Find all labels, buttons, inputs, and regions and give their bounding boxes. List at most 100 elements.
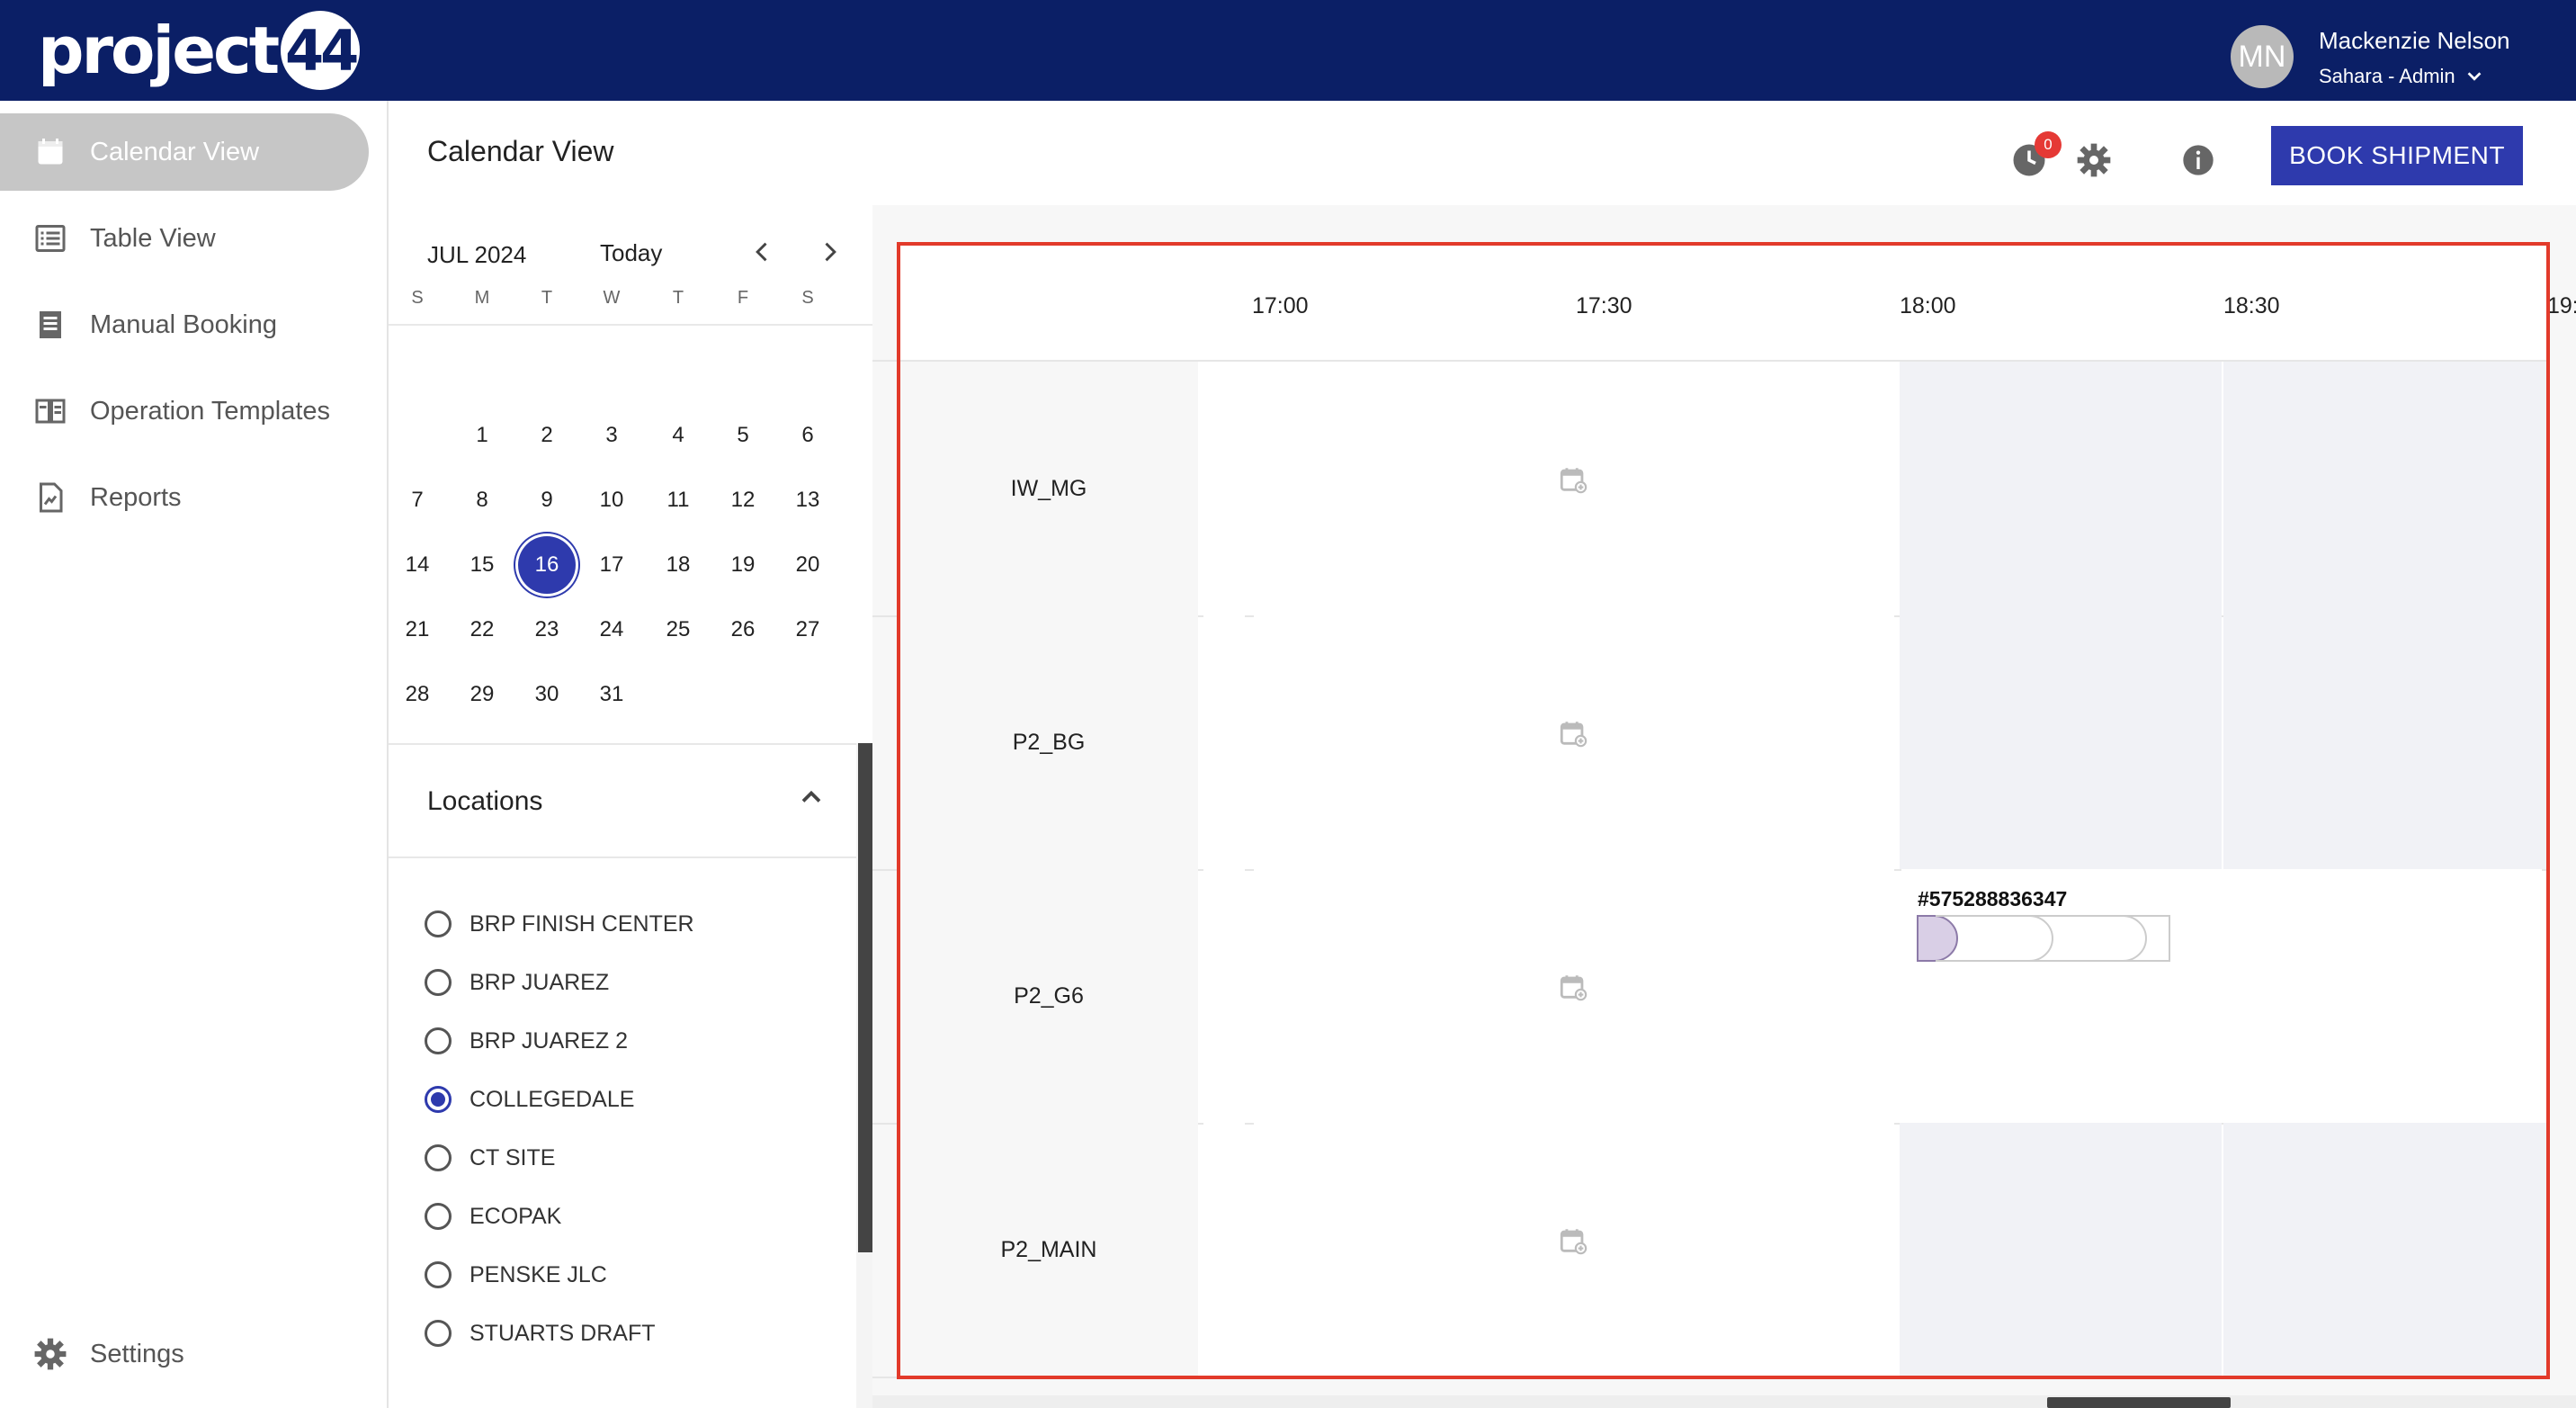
weekday-label: W <box>603 288 621 308</box>
calendar-day[interactable]: 23 <box>518 601 576 659</box>
weekday-label: T <box>541 288 553 308</box>
calendar-day[interactable]: 29 <box>453 666 511 723</box>
sidebar-item-label: Table View <box>90 223 216 253</box>
sidebar-item-label: Operation Templates <box>90 396 331 426</box>
calendar-day[interactable]: 21 <box>389 601 446 659</box>
calendar-day[interactable]: 22 <box>453 601 511 659</box>
calendar-day[interactable]: 10 <box>583 471 640 529</box>
calendar-day[interactable]: 6 <box>779 407 836 464</box>
user-name[interactable]: Mackenzie Nelson <box>2319 27 2509 55</box>
sidebar-item-label: Settings <box>90 1339 184 1368</box>
calendar-day[interactable]: 2 <box>518 407 576 464</box>
radio-button[interactable] <box>425 1261 452 1288</box>
sidebar-item-reports[interactable]: Reports <box>0 459 369 536</box>
radio-button[interactable] <box>425 1320 452 1347</box>
calendar-day[interactable]: 7 <box>389 471 446 529</box>
calendar-day[interactable]: 30 <box>518 666 576 723</box>
calendar-day[interactable]: 28 <box>389 666 446 723</box>
weekday-label: M <box>474 288 490 308</box>
calendar-day[interactable]: 18 <box>649 536 707 594</box>
avatar[interactable]: MN <box>2231 25 2294 88</box>
location-option[interactable]: CT SITE <box>425 1140 555 1176</box>
location-option[interactable]: STUARTS DRAFT <box>425 1315 656 1351</box>
location-option[interactable]: BRP JUAREZ <box>425 964 609 1000</box>
chevron-left-icon <box>756 242 767 262</box>
divider <box>389 324 872 326</box>
calendar-day[interactable]: 17 <box>583 536 640 594</box>
sidebar-item-manual-booking[interactable]: Manual Booking <box>0 286 369 363</box>
calendar-day[interactable]: 25 <box>649 601 707 659</box>
calendar-day[interactable]: 24 <box>583 601 640 659</box>
calendar-day[interactable]: 20 <box>779 536 836 594</box>
location-label: BRP JUAREZ <box>470 969 610 995</box>
schedule-scroll-thumb[interactable] <box>2047 1397 2231 1408</box>
sidebar-item-calendar-view[interactable]: Calendar View <box>0 113 369 191</box>
location-option[interactable]: COLLEGEDALE <box>425 1081 634 1117</box>
time-slot-label: 19: <box>2547 293 2576 318</box>
month-label: JUL 2024 <box>427 241 527 268</box>
highlight-frame <box>897 242 2550 1379</box>
location-label: BRP JUAREZ 2 <box>470 1027 628 1054</box>
location-option[interactable]: ECOPAK <box>425 1198 561 1234</box>
sidebar-item-label: Reports <box>90 482 182 512</box>
calendar-day[interactable]: 26 <box>714 601 772 659</box>
calendar-day[interactable]: 8 <box>453 471 511 529</box>
sidebar-item-table-view[interactable]: Table View <box>0 200 369 277</box>
calendar-day[interactable]: 12 <box>714 471 772 529</box>
radio-button[interactable] <box>425 1086 452 1113</box>
calendar-day[interactable]: 5 <box>714 407 772 464</box>
book-shipment-button[interactable]: BOOK SHIPMENT <box>2271 126 2523 185</box>
divider <box>389 743 872 745</box>
calendar-day[interactable]: 15 <box>453 536 511 594</box>
location-option[interactable]: BRP JUAREZ 2 <box>425 1023 628 1059</box>
calendar-day-selected[interactable]: 16 <box>518 536 576 594</box>
calendar-day[interactable]: 1 <box>453 407 511 464</box>
prev-month-button[interactable] <box>747 236 779 268</box>
calendar-day[interactable]: 27 <box>779 601 836 659</box>
info-icon[interactable] <box>2177 139 2220 182</box>
calendar-day[interactable]: 11 <box>649 471 707 529</box>
page-header <box>389 101 2576 207</box>
weekday-label: S <box>801 288 814 308</box>
receipt-icon <box>32 307 68 343</box>
list-icon <box>32 220 68 256</box>
next-month-button[interactable] <box>813 236 845 268</box>
radio-button[interactable] <box>425 910 452 937</box>
weekday-label: T <box>672 288 684 308</box>
page-title: Calendar View <box>427 135 614 167</box>
sidebar-item-operation-templates[interactable]: Operation Templates <box>0 372 369 450</box>
calendar-day[interactable]: 4 <box>649 407 707 464</box>
sidebar-item-settings[interactable]: Settings <box>0 1315 369 1393</box>
calendar-day[interactable]: 3 <box>583 407 640 464</box>
chevron-down-icon[interactable] <box>2464 67 2484 86</box>
location-label: BRP FINISH CENTER <box>470 910 694 937</box>
radio-button[interactable] <box>425 1203 452 1230</box>
location-label: COLLEGEDALE <box>470 1086 635 1112</box>
calendar-day[interactable]: 9 <box>518 471 576 529</box>
radio-button[interactable] <box>425 969 452 996</box>
chevron-up-icon[interactable] <box>795 781 827 813</box>
location-label: CT SITE <box>470 1144 556 1170</box>
radio-button[interactable] <box>425 1027 452 1054</box>
calendar-day[interactable]: 14 <box>389 536 446 594</box>
location-option[interactable]: BRP FINISH CENTER <box>425 906 694 942</box>
today-button[interactable]: Today <box>600 239 662 267</box>
calendar-day[interactable]: 13 <box>779 471 836 529</box>
book-icon <box>32 393 68 429</box>
calendar-day[interactable]: 19 <box>714 536 772 594</box>
locations-scroll-thumb[interactable] <box>858 743 872 1252</box>
schedule-scrollbar[interactable] <box>872 1395 2576 1408</box>
location-option[interactable]: PENSKE JLC <box>425 1257 607 1293</box>
location-label: PENSKE JLC <box>470 1261 607 1287</box>
gear-icon[interactable] <box>2072 139 2115 182</box>
report-icon <box>32 480 68 516</box>
notification-badge: 0 <box>2035 131 2062 158</box>
sidebar-item-label: Manual Booking <box>90 309 277 339</box>
gear-icon <box>32 1336 68 1372</box>
logo-text: project <box>38 13 280 88</box>
user-role[interactable]: Sahara - Admin <box>2319 65 2455 88</box>
calendar-icon <box>32 134 68 170</box>
calendar-day[interactable]: 31 <box>583 666 640 723</box>
radio-button[interactable] <box>425 1144 452 1171</box>
project44-logo[interactable]: project 44 <box>38 11 361 90</box>
